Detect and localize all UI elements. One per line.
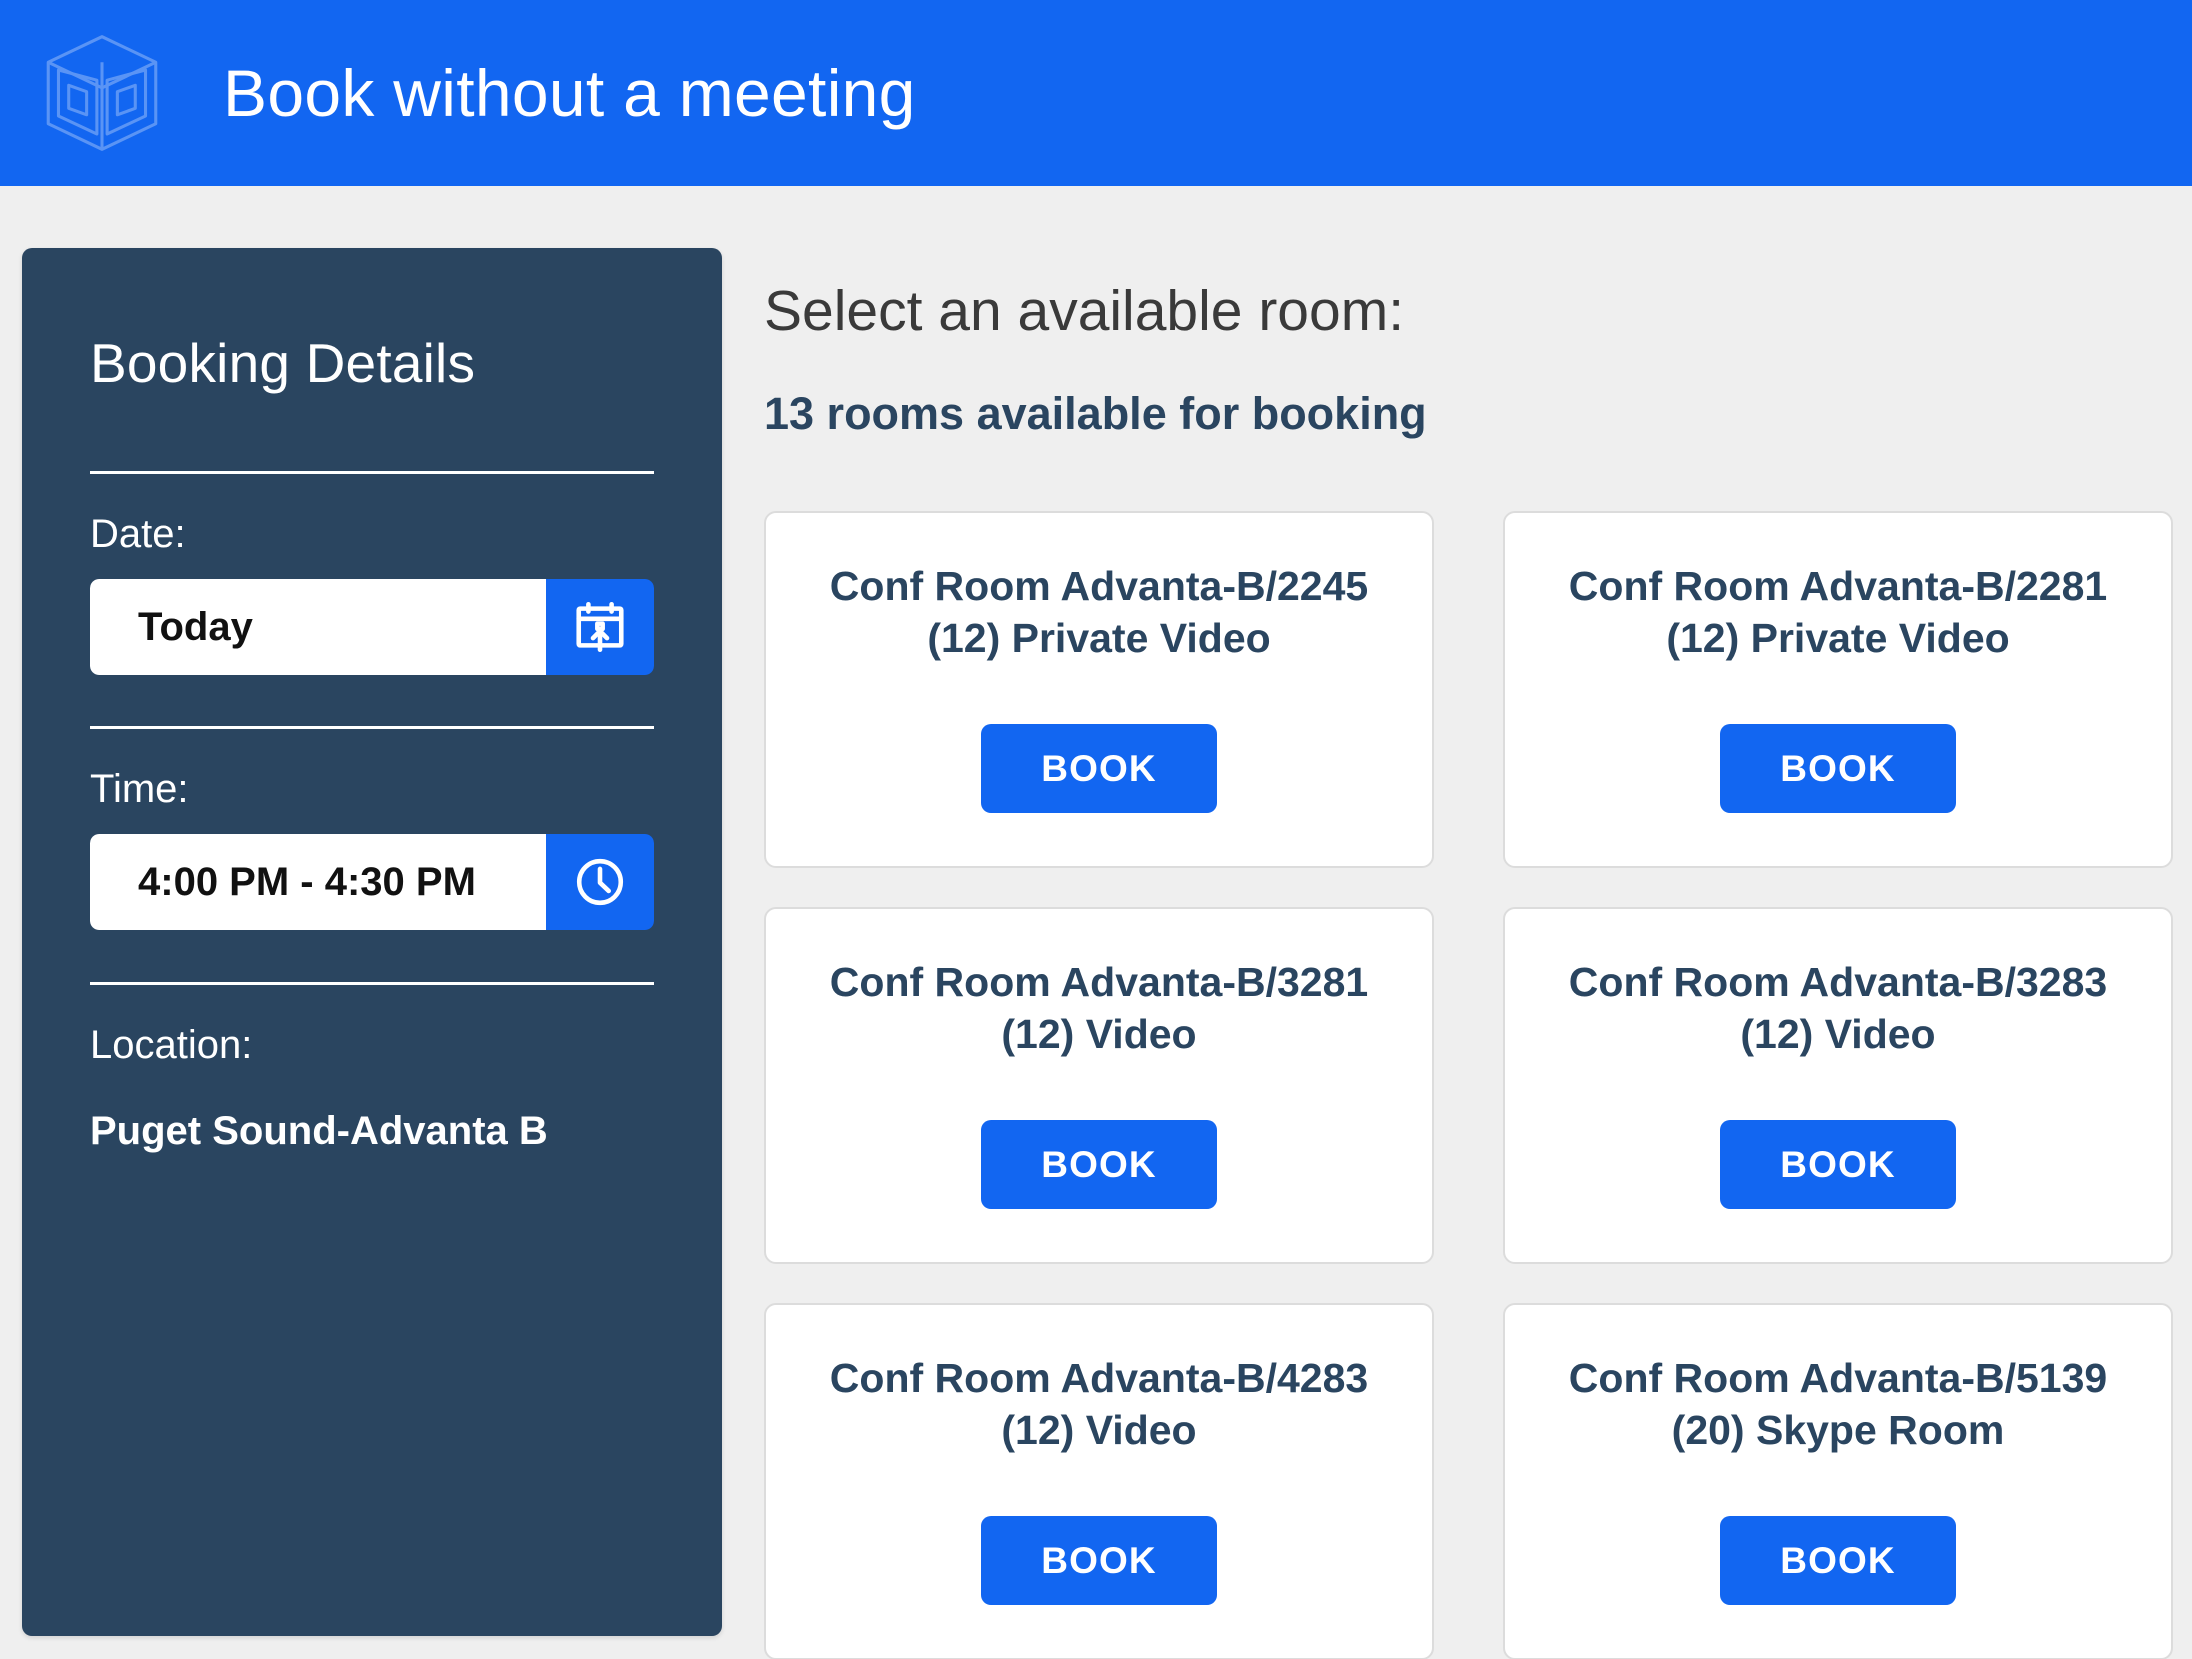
divider-date-time	[90, 726, 654, 729]
app-header: Book without a meeting	[0, 0, 2192, 186]
room-card[interactable]: Conf Room Advanta-B/5139 (20) Skype Room…	[1503, 1303, 2173, 1659]
select-room-heading: Select an available room:	[764, 279, 1405, 343]
book-button[interactable]: BOOK	[1720, 1120, 1956, 1209]
divider-time-location	[90, 982, 654, 985]
room-cube-logo-icon	[38, 29, 166, 157]
page-title: Book without a meeting	[223, 56, 916, 130]
book-button[interactable]: BOOK	[981, 1120, 1217, 1209]
page-body: Booking Details Date: Today Time: 4:00 P…	[0, 186, 2192, 1659]
clock-icon[interactable]	[546, 834, 654, 930]
calendar-upload-icon[interactable]	[546, 579, 654, 675]
room-name: Conf Room Advanta-B/5139 (20) Skype Room	[1568, 1355, 2108, 1454]
room-card[interactable]: Conf Room Advanta-B/2281 (12) Private Vi…	[1503, 511, 2173, 868]
room-name: Conf Room Advanta-B/2245 (12) Private Vi…	[829, 563, 1369, 662]
room-selection-panel: Select an available room: 13 rooms avail…	[722, 186, 2192, 1659]
room-name: Conf Room Advanta-B/2281 (12) Private Vi…	[1568, 563, 2108, 662]
room-card[interactable]: Conf Room Advanta-B/2245 (12) Private Vi…	[764, 511, 1434, 868]
booking-details-title: Booking Details	[90, 332, 476, 394]
room-name: Conf Room Advanta-B/4283 (12) Video	[829, 1355, 1369, 1454]
time-field-row: 4:00 PM - 4:30 PM	[90, 834, 654, 930]
book-button[interactable]: BOOK	[1720, 1516, 1956, 1605]
room-name: Conf Room Advanta-B/3281 (12) Video	[829, 959, 1369, 1058]
time-input[interactable]: 4:00 PM - 4:30 PM	[90, 834, 546, 930]
booking-details-panel: Booking Details Date: Today Time: 4:00 P…	[22, 248, 722, 1636]
room-card-grid: Conf Room Advanta-B/2245 (12) Private Vi…	[764, 511, 2173, 1659]
book-button[interactable]: BOOK	[981, 724, 1217, 813]
date-label: Date:	[90, 512, 186, 556]
time-label: Time:	[90, 767, 189, 811]
room-card[interactable]: Conf Room Advanta-B/4283 (12) Video BOOK	[764, 1303, 1434, 1659]
room-name: Conf Room Advanta-B/3283 (12) Video	[1568, 959, 2108, 1058]
date-field-row: Today	[90, 579, 654, 675]
room-card[interactable]: Conf Room Advanta-B/3283 (12) Video BOOK	[1503, 907, 2173, 1264]
date-input[interactable]: Today	[90, 579, 546, 675]
location-value: Puget Sound-Advanta B	[90, 1109, 548, 1153]
divider-top	[90, 471, 654, 474]
book-button[interactable]: BOOK	[981, 1516, 1217, 1605]
location-label: Location:	[90, 1023, 253, 1067]
room-card[interactable]: Conf Room Advanta-B/3281 (12) Video BOOK	[764, 907, 1434, 1264]
rooms-available-count: 13 rooms available for booking	[764, 388, 1427, 439]
book-button[interactable]: BOOK	[1720, 724, 1956, 813]
